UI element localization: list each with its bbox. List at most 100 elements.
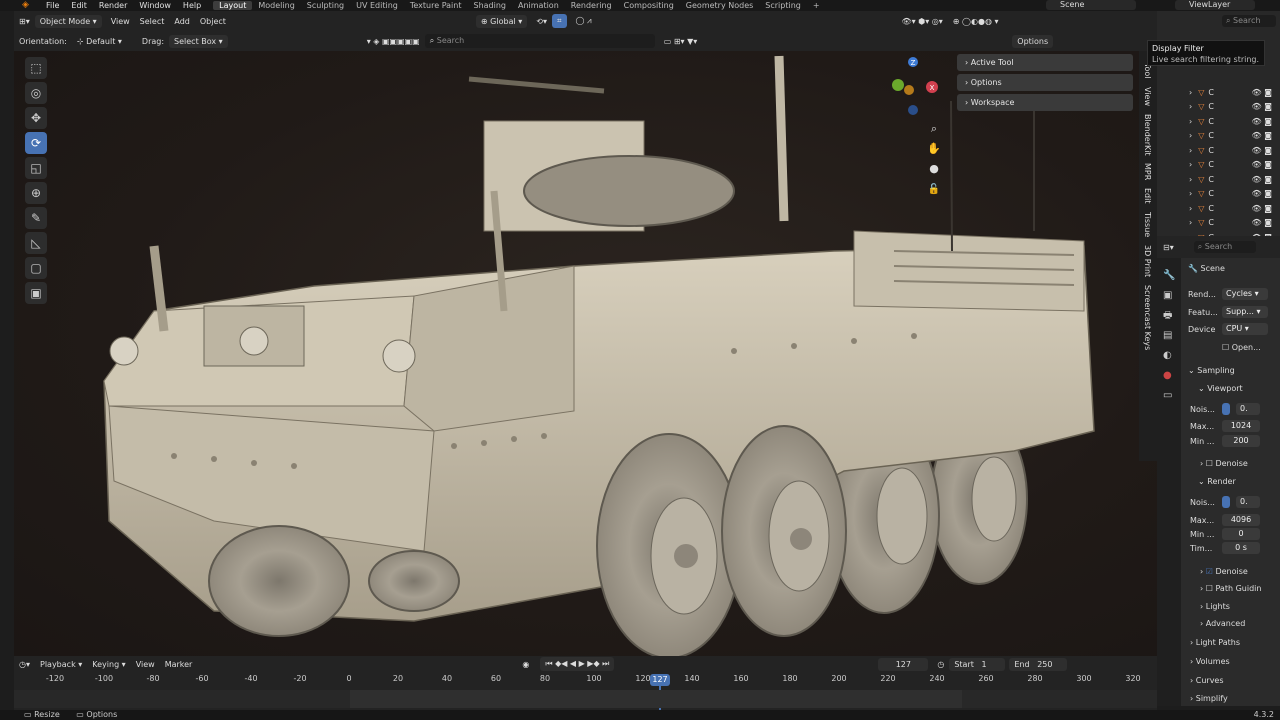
extrude-tool-icon[interactable]: ▣ xyxy=(25,282,47,304)
outliner-row[interactable]: ›▽C👁 ◙ xyxy=(1157,201,1280,216)
outliner-row[interactable]: ›▽C👁 ◙ xyxy=(1157,158,1280,173)
volumes-panel[interactable]: › Volumes xyxy=(1190,655,1230,668)
start-frame-field[interactable]: Start 1 xyxy=(949,657,1006,671)
visibility-icon[interactable]: 👁 ◙ xyxy=(1252,189,1272,198)
outliner-row[interactable]: ›▽C👁 ◙ xyxy=(1157,143,1280,158)
tab-blenderkit[interactable]: BlenderKit xyxy=(1143,114,1152,156)
preview-range-icon[interactable]: ◷ xyxy=(932,658,949,671)
r-time-field[interactable]: 0 s xyxy=(1222,542,1260,554)
render-engine-dropdown[interactable]: Cycles ▾ xyxy=(1222,288,1268,300)
v-noise-field[interactable]: 0. xyxy=(1236,403,1260,415)
marker-menu[interactable]: Marker xyxy=(160,658,198,671)
scale-tool-icon[interactable]: ◱ xyxy=(25,157,47,179)
add-cube-tool-icon[interactable]: ▢ xyxy=(25,257,47,279)
output-tab-icon[interactable]: 🖶 xyxy=(1163,306,1181,326)
tab-scripting[interactable]: Scripting xyxy=(759,1,807,10)
outliner-search-input[interactable]: ⌕ Search xyxy=(424,34,655,48)
world-tab-icon[interactable]: ● xyxy=(1163,366,1181,386)
current-frame-field[interactable]: 127 xyxy=(878,657,929,671)
tab-layout[interactable]: Layout xyxy=(213,1,253,10)
tab-3d-print[interactable]: 3D Print xyxy=(1143,245,1152,277)
cursor-tool-icon[interactable]: ◎ xyxy=(25,82,47,104)
menu-add[interactable]: Add xyxy=(169,15,195,28)
move-tool-icon[interactable]: ✥ xyxy=(25,107,47,129)
select-box-tool-icon[interactable]: ⬚ xyxy=(25,57,47,79)
view-layer-selector[interactable]: ViewLayer xyxy=(1175,0,1255,10)
outliner-row[interactable]: ›▽C👁 ◙ xyxy=(1157,216,1280,231)
auto-keying-icon[interactable]: ◉ xyxy=(517,658,534,671)
view-layer-tab-icon[interactable]: ▤ xyxy=(1163,326,1181,346)
menu-render[interactable]: Render xyxy=(93,1,133,10)
menu-window[interactable]: Window xyxy=(133,1,177,10)
timeline-editor-icon[interactable]: ◷▾ xyxy=(14,658,35,671)
transform-tool-icon[interactable]: ⊕ xyxy=(25,182,47,204)
playback-menu[interactable]: Playback ▾ xyxy=(35,658,87,671)
timeline-ruler[interactable]: -120 -100 -80 -60 -40 -20 0 20 40 60 80 … xyxy=(14,674,1157,688)
v-max-field[interactable]: 1024 xyxy=(1222,420,1260,432)
tool-tab-icon[interactable]: 🔧 xyxy=(1163,266,1181,286)
add-workspace-icon[interactable]: + xyxy=(807,1,826,10)
tab-edit[interactable]: Edit xyxy=(1143,188,1152,204)
curves-panel[interactable]: › Curves xyxy=(1190,674,1224,687)
transform-orientation-dropdown[interactable]: ⊕ Global ▾ xyxy=(475,14,528,28)
menu-object[interactable]: Object xyxy=(195,15,231,28)
proportional-editing-icon[interactable]: ◯ ⩘ xyxy=(571,14,597,28)
v-noise-checkbox[interactable] xyxy=(1222,403,1230,415)
snap-toggle[interactable]: ⌗ xyxy=(551,14,567,28)
visibility-icon[interactable]: 👁 ◙ xyxy=(1252,218,1272,227)
outliner-search-field[interactable]: ⌕ Search xyxy=(1222,15,1276,27)
r-min-field[interactable]: 0 xyxy=(1222,528,1260,540)
feature-set-dropdown[interactable]: Supp... ▾ xyxy=(1222,306,1268,318)
visibility-icon[interactable]: 👁 ◙ xyxy=(1252,88,1272,97)
visibility-icon[interactable]: 👁 ◙ xyxy=(1252,204,1272,213)
light-paths-panel[interactable]: › Light Paths xyxy=(1190,636,1240,649)
outliner-row[interactable]: ›▽C👁 ◙ xyxy=(1157,85,1280,100)
tab-compositing[interactable]: Compositing xyxy=(618,1,680,10)
shading-modes[interactable]: ⊕ ◯◐●◍ ▾ xyxy=(948,15,1004,28)
timeline-view-menu[interactable]: View xyxy=(131,658,160,671)
visibility-icon[interactable]: 👁 ◙ xyxy=(1252,102,1272,111)
editor-type-icon[interactable]: ⊞▾ xyxy=(14,15,35,28)
playhead[interactable]: 127 xyxy=(650,674,670,686)
denoise2-panel[interactable]: › ☑ Denoise xyxy=(1200,565,1248,578)
tab-view[interactable]: View xyxy=(1143,87,1152,106)
menu-help[interactable]: Help xyxy=(177,1,207,10)
measure-tool-icon[interactable]: ◺ xyxy=(25,232,47,254)
outliner-row[interactable]: ›▽C👁 ◙ xyxy=(1157,172,1280,187)
visibility-icon[interactable]: 👁 ◙ xyxy=(1252,160,1272,169)
outliner-row[interactable]: ›▽C👁 ◙ xyxy=(1157,129,1280,144)
tab-texture-paint[interactable]: Texture Paint xyxy=(404,1,468,10)
visibility-icon[interactable]: 👁 ◙ xyxy=(1252,117,1272,126)
outliner-row[interactable]: ›▽C👁 ◙ xyxy=(1157,187,1280,202)
timeline-tracks[interactable] xyxy=(14,690,1157,708)
render-subpanel[interactable]: ⌄ Render xyxy=(1198,475,1236,488)
menu-file[interactable]: File xyxy=(40,1,65,10)
tab-geometry-nodes[interactable]: Geometry Nodes xyxy=(680,1,759,10)
filter-icons[interactable]: ▾ ◈ ▣▣▣▣▣ xyxy=(362,35,425,48)
orientation-dropdown[interactable]: ⊹ Default ▾ xyxy=(72,35,127,48)
rotate-tool-icon[interactable]: ⟳ xyxy=(25,132,47,154)
panel-options[interactable]: › Options xyxy=(957,74,1133,91)
tab-screencast-keys[interactable]: Screencast Keys xyxy=(1143,285,1152,350)
sampling-panel[interactable]: ⌄ Sampling xyxy=(1188,364,1235,377)
outliner-row[interactable]: ›▽C👁 ◙ xyxy=(1157,114,1280,129)
outliner-row[interactable]: ›▽C👁 ◙ xyxy=(1157,100,1280,115)
simplify-panel[interactable]: › Simplify xyxy=(1190,692,1228,705)
visibility-icon[interactable]: 👁 ◙ xyxy=(1252,146,1272,155)
panel-active-tool[interactable]: › Active Tool xyxy=(957,54,1133,71)
tab-tissue[interactable]: Tissue xyxy=(1143,212,1152,237)
menu-view[interactable]: View xyxy=(106,15,135,28)
gizmo-icons[interactable]: 👁▾ ⬢▾ ◎▾ xyxy=(897,15,948,28)
menu-edit[interactable]: Edit xyxy=(65,1,93,10)
pivot-icon[interactable]: ⟲▾ xyxy=(531,15,552,28)
visibility-icon[interactable]: 👁 ◙ xyxy=(1252,131,1272,140)
blender-logo-icon[interactable]: ◈ xyxy=(22,1,34,10)
tab-sculpting[interactable]: Sculpting xyxy=(301,1,350,10)
drag-dropdown[interactable]: Select Box ▾ xyxy=(169,34,228,48)
properties-editor-icon[interactable]: ⊟▾ xyxy=(1163,243,1174,252)
options-button[interactable]: Options xyxy=(1012,34,1054,48)
navigation-gizmo[interactable]: Z X ⌕ ✋ ● 🔓 xyxy=(884,54,944,204)
menu-select[interactable]: Select xyxy=(135,15,170,28)
3d-viewport[interactable] xyxy=(14,51,1157,656)
tab-modeling[interactable]: Modeling xyxy=(252,1,300,10)
